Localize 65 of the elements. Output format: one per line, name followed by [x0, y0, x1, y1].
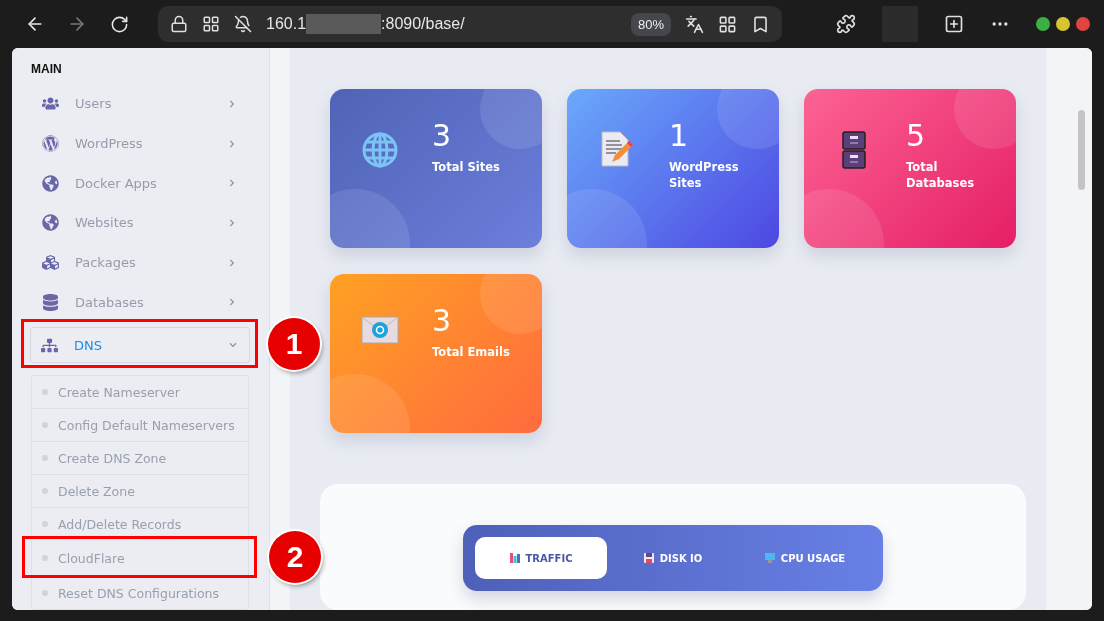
submenu-item[interactable]: Add/Delete Records: [32, 507, 248, 541]
grid-icon[interactable]: [718, 14, 737, 34]
chevron-icon: [228, 99, 236, 108]
bullet-icon: [42, 590, 48, 597]
chevron-icon: [229, 341, 237, 350]
chart-tab[interactable]: TRAFFIC: [475, 537, 607, 579]
stat-label: Total Emails: [432, 344, 511, 360]
sidebar-item[interactable]: Databases: [31, 282, 249, 323]
apps-icon[interactable]: [944, 14, 964, 34]
chevron-icon: [228, 298, 236, 307]
zoom-badge[interactable]: 80%: [630, 12, 671, 36]
stat-value: 3: [432, 119, 453, 153]
sidebar-item[interactable]: Websites: [31, 203, 249, 243]
sidebar-item[interactable]: WordPress: [31, 123, 249, 164]
document-pencil-icon: [600, 131, 634, 167]
translate-icon[interactable]: [685, 14, 704, 34]
submenu-item[interactable]: Create Nameserver: [32, 376, 248, 409]
chevron-icon: [228, 258, 236, 267]
url-text: :8090/base/: [381, 15, 465, 33]
submenu-item[interactable]: Delete Zone: [32, 474, 248, 508]
bullet-icon: [42, 555, 48, 562]
maximize-button[interactable]: [1056, 17, 1070, 31]
bell-off-icon[interactable]: [234, 15, 252, 33]
step-badge: 1: [268, 317, 320, 370]
stat-value: 1: [669, 119, 690, 153]
stat-value: 3: [432, 304, 453, 338]
chevron-icon: [228, 179, 236, 188]
sidebar-item[interactable]: Docker Apps: [31, 163, 249, 203]
bullet-icon: [42, 389, 48, 396]
submenu-item[interactable]: Create DNS Zone: [32, 441, 248, 475]
filing-cabinet-icon: [842, 131, 866, 169]
stat-label: Total Databases: [906, 159, 976, 191]
section-heading: MAIN: [31, 62, 63, 76]
monitor-icon: [764, 553, 775, 563]
stat-label: WordPress Sites: [669, 159, 740, 191]
reload-icon: [109, 14, 129, 34]
scrollbar-thumb[interactable]: [1077, 110, 1085, 190]
bullet-icon: [42, 488, 48, 495]
bookmark-icon[interactable]: [751, 14, 770, 34]
step-badge: 2: [269, 531, 321, 584]
chevron-icon: [228, 218, 236, 227]
close-button[interactable]: [1076, 17, 1090, 31]
submenu-item[interactable]: CloudFlare: [32, 542, 248, 575]
bullet-icon: [42, 455, 48, 462]
chart-tab[interactable]: DISK IO: [607, 537, 739, 579]
sidebar-item[interactable]: DNS: [30, 327, 250, 364]
lock-icon: [170, 15, 188, 33]
sidebar-item[interactable]: Packages: [31, 242, 249, 283]
address-bar[interactable]: 160.1 :8090/base/ 80%: [158, 6, 782, 42]
chart-tab[interactable]: CPU USAGE: [739, 537, 871, 579]
puzzle-icon[interactable]: [836, 14, 856, 34]
chevron-icon: [228, 139, 236, 148]
minimize-button[interactable]: [1036, 17, 1050, 31]
url-text: 160.1: [266, 15, 307, 33]
sidebar-item[interactable]: Users: [31, 84, 249, 124]
submenu-item[interactable]: Reset DNS Configurations: [32, 576, 248, 610]
bullet-icon: [42, 521, 48, 528]
stat-value: 5: [906, 119, 927, 153]
bullet-icon: [42, 422, 48, 429]
submenu-item[interactable]: Config Default Nameservers: [32, 408, 248, 442]
stat-label: Total Sites: [432, 159, 501, 175]
email-envelope-icon: [361, 316, 399, 344]
bar-chart-icon: [509, 553, 520, 563]
globe-icon: [361, 131, 399, 169]
app-window-icon[interactable]: [202, 15, 220, 33]
